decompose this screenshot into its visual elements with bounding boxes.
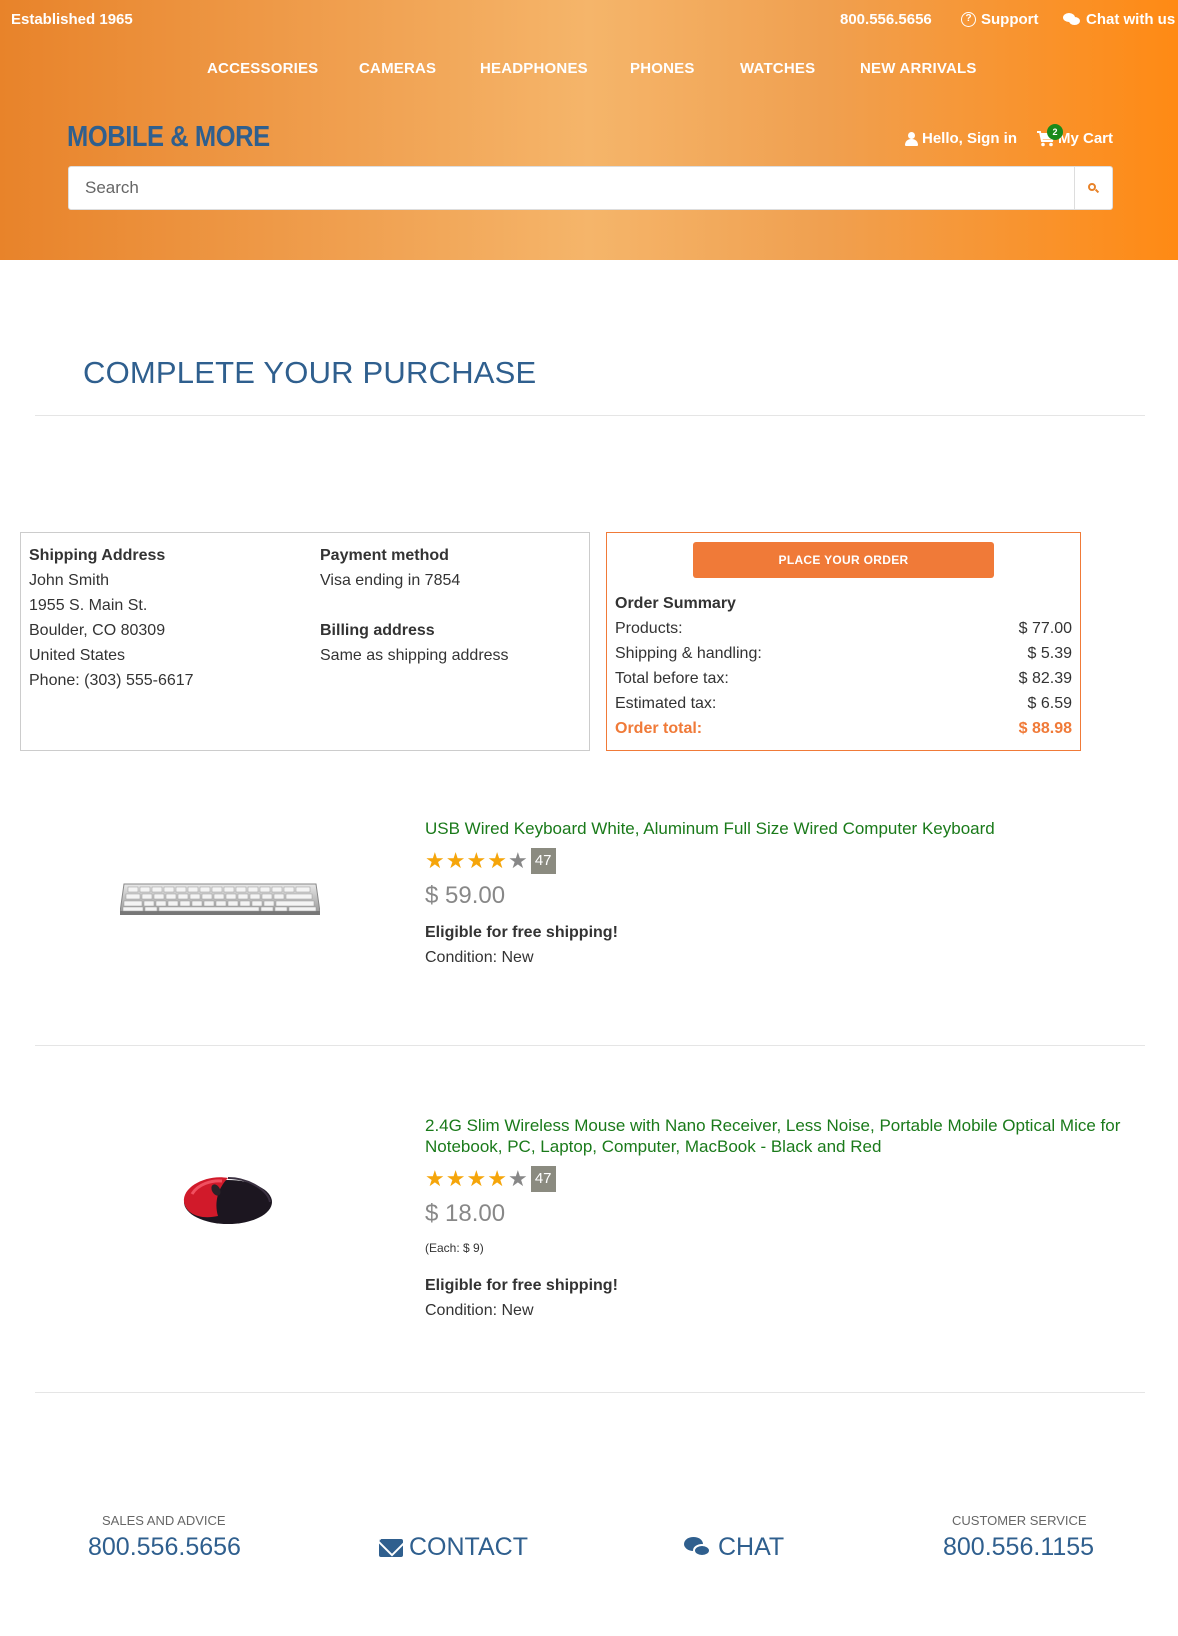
- payment-heading: Payment method: [320, 547, 449, 564]
- user-icon: [905, 131, 918, 146]
- summary-value: $ 5.39: [1027, 645, 1072, 662]
- summary-label: Estimated tax:: [615, 695, 717, 712]
- sign-in-link[interactable]: Hello, Sign in: [905, 130, 1017, 147]
- product-title-link[interactable]: 2.4G Slim Wireless Mouse with Nano Recei…: [425, 1115, 1125, 1157]
- place-order-button[interactable]: PLACE YOUR ORDER: [693, 542, 994, 578]
- sales-label: SALES AND ADVICE: [102, 1513, 226, 1528]
- product-price: $ 18.00: [425, 1200, 506, 1227]
- summary-value: $ 6.59: [1027, 695, 1072, 712]
- free-shipping-text: Eligible for free shipping!: [425, 924, 618, 941]
- contact-link[interactable]: CONTACT: [379, 1533, 528, 1562]
- service-phone-link[interactable]: 800.556.1155: [943, 1533, 1094, 1562]
- support-label: Support: [981, 11, 1039, 28]
- rating-count-badge[interactable]: 47: [530, 848, 556, 874]
- question-circle-icon: ?: [961, 12, 976, 27]
- billing-address: Same as shipping address: [320, 647, 509, 664]
- nav-accessories[interactable]: ACCESSORIES: [207, 60, 318, 77]
- site-header: Established 1965 800.556.5656 ? Support …: [0, 0, 1178, 260]
- summary-label: Products:: [615, 620, 683, 637]
- search-input[interactable]: [69, 167, 1076, 209]
- shipping-address-section: Shipping Address John Smith 1955 S. Main…: [29, 543, 194, 693]
- established-text: Established 1965: [11, 11, 133, 28]
- summary-value: $ 82.39: [1018, 670, 1072, 687]
- star-empty-icon: ★: [507, 848, 528, 873]
- search-button[interactable]: [1074, 167, 1112, 209]
- star-empty-icon: ★: [507, 1166, 528, 1191]
- envelope-icon: [379, 1538, 403, 1557]
- summary-label: Total before tax:: [615, 670, 729, 687]
- topbar-phone-link[interactable]: 800.556.5656: [840, 11, 932, 28]
- shipping-phone: Phone: (303) 555-6617: [29, 672, 194, 689]
- summary-label: Shipping & handling:: [615, 645, 762, 662]
- keyboard-image[interactable]: [120, 882, 320, 916]
- payment-section: Payment method Visa ending in 7854 Billi…: [320, 543, 509, 668]
- page-title: COMPLETE YOUR PURCHASE: [83, 355, 537, 390]
- search-icon: [1088, 182, 1100, 194]
- chat-label: Chat with us: [1086, 11, 1176, 28]
- product-title-link[interactable]: USB Wired Keyboard White, Aluminum Full …: [425, 818, 1125, 839]
- top-bar: Established 1965 800.556.5656 ? Support …: [0, 11, 1178, 31]
- star-icon: ★: [445, 848, 466, 873]
- product-rating: ★ ★ ★ ★ ★ 47: [425, 1166, 556, 1192]
- sales-phone-link[interactable]: 800.556.5656: [88, 1533, 241, 1562]
- product-condition: Condition: New: [425, 949, 534, 966]
- chat-footer-label: CHAT: [718, 1533, 785, 1561]
- nav-phones[interactable]: PHONES: [630, 60, 695, 77]
- summary-label: Order total:: [615, 720, 703, 737]
- order-summary-heading: Order Summary: [615, 595, 736, 612]
- product-divider: [35, 1392, 1145, 1393]
- sign-in-label: Hello, Sign in: [922, 130, 1018, 147]
- star-icon: ★: [425, 848, 445, 873]
- cart-label: My Cart: [1058, 130, 1114, 147]
- summary-row-before-tax: Total before tax: $ 82.39: [615, 666, 1072, 691]
- order-summary-box: PLACE YOUR ORDER Order Summary Products:…: [606, 532, 1081, 751]
- chat-icon: [684, 1536, 712, 1559]
- rating-count-badge[interactable]: 47: [530, 1166, 556, 1192]
- star-icon: ★: [445, 1166, 466, 1191]
- nav-watches[interactable]: WATCHES: [740, 60, 815, 77]
- nav-new-arrivals[interactable]: NEW ARRIVALS: [860, 60, 977, 77]
- shipping-country: United States: [29, 647, 126, 664]
- product-unit-price: (Each: $ 9): [425, 1241, 484, 1255]
- mouse-image[interactable]: [178, 1168, 272, 1228]
- product-condition: Condition: New: [425, 1302, 534, 1319]
- nav-cameras[interactable]: CAMERAS: [359, 60, 436, 77]
- summary-row-tax: Estimated tax: $ 6.59: [615, 691, 1072, 716]
- free-shipping-text: Eligible for free shipping!: [425, 1277, 618, 1294]
- contact-label: CONTACT: [409, 1533, 528, 1561]
- chat-with-us-link[interactable]: Chat with us: [1063, 11, 1175, 28]
- product-price: $ 59.00: [425, 882, 506, 909]
- cart-count-badge: 2: [1047, 124, 1063, 140]
- address-payment-box: Shipping Address John Smith 1955 S. Main…: [20, 532, 590, 751]
- star-icon: ★: [487, 848, 507, 873]
- product-rating: ★ ★ ★ ★ ★ 47: [425, 848, 556, 874]
- main-nav: ACCESSORIES CAMERAS HEADPHONES PHONES WA…: [0, 60, 1178, 80]
- star-icon: ★: [466, 1166, 487, 1191]
- billing-heading: Billing address: [320, 622, 435, 639]
- summary-row-shipping: Shipping & handling: $ 5.39: [615, 641, 1072, 666]
- product-divider: [35, 1045, 1145, 1046]
- star-icon: ★: [487, 1166, 507, 1191]
- site-logo[interactable]: MOBILE & MORE: [67, 121, 270, 154]
- summary-value: $ 88.98: [1018, 720, 1072, 737]
- chat-bubbles-icon: [1063, 13, 1081, 26]
- star-icon: ★: [425, 1166, 445, 1191]
- shipping-street: 1955 S. Main St.: [29, 597, 148, 614]
- summary-value: $ 77.00: [1018, 620, 1072, 637]
- shipping-name: John Smith: [29, 572, 110, 589]
- chat-link[interactable]: CHAT: [684, 1533, 784, 1562]
- shipping-city: Boulder, CO 80309: [29, 622, 166, 639]
- star-icon: ★: [466, 848, 487, 873]
- title-divider: [35, 415, 1145, 416]
- service-label: CUSTOMER SERVICE: [952, 1513, 1087, 1528]
- shipping-heading: Shipping Address: [29, 547, 166, 564]
- search-bar: [68, 166, 1113, 210]
- nav-headphones[interactable]: HEADPHONES: [480, 60, 588, 77]
- summary-row-order-total: Order total: $ 88.98: [615, 716, 1072, 741]
- summary-row-products: Products: $ 77.00: [615, 616, 1072, 641]
- payment-method: Visa ending in 7854: [320, 572, 461, 589]
- support-link[interactable]: ? Support: [961, 11, 1039, 28]
